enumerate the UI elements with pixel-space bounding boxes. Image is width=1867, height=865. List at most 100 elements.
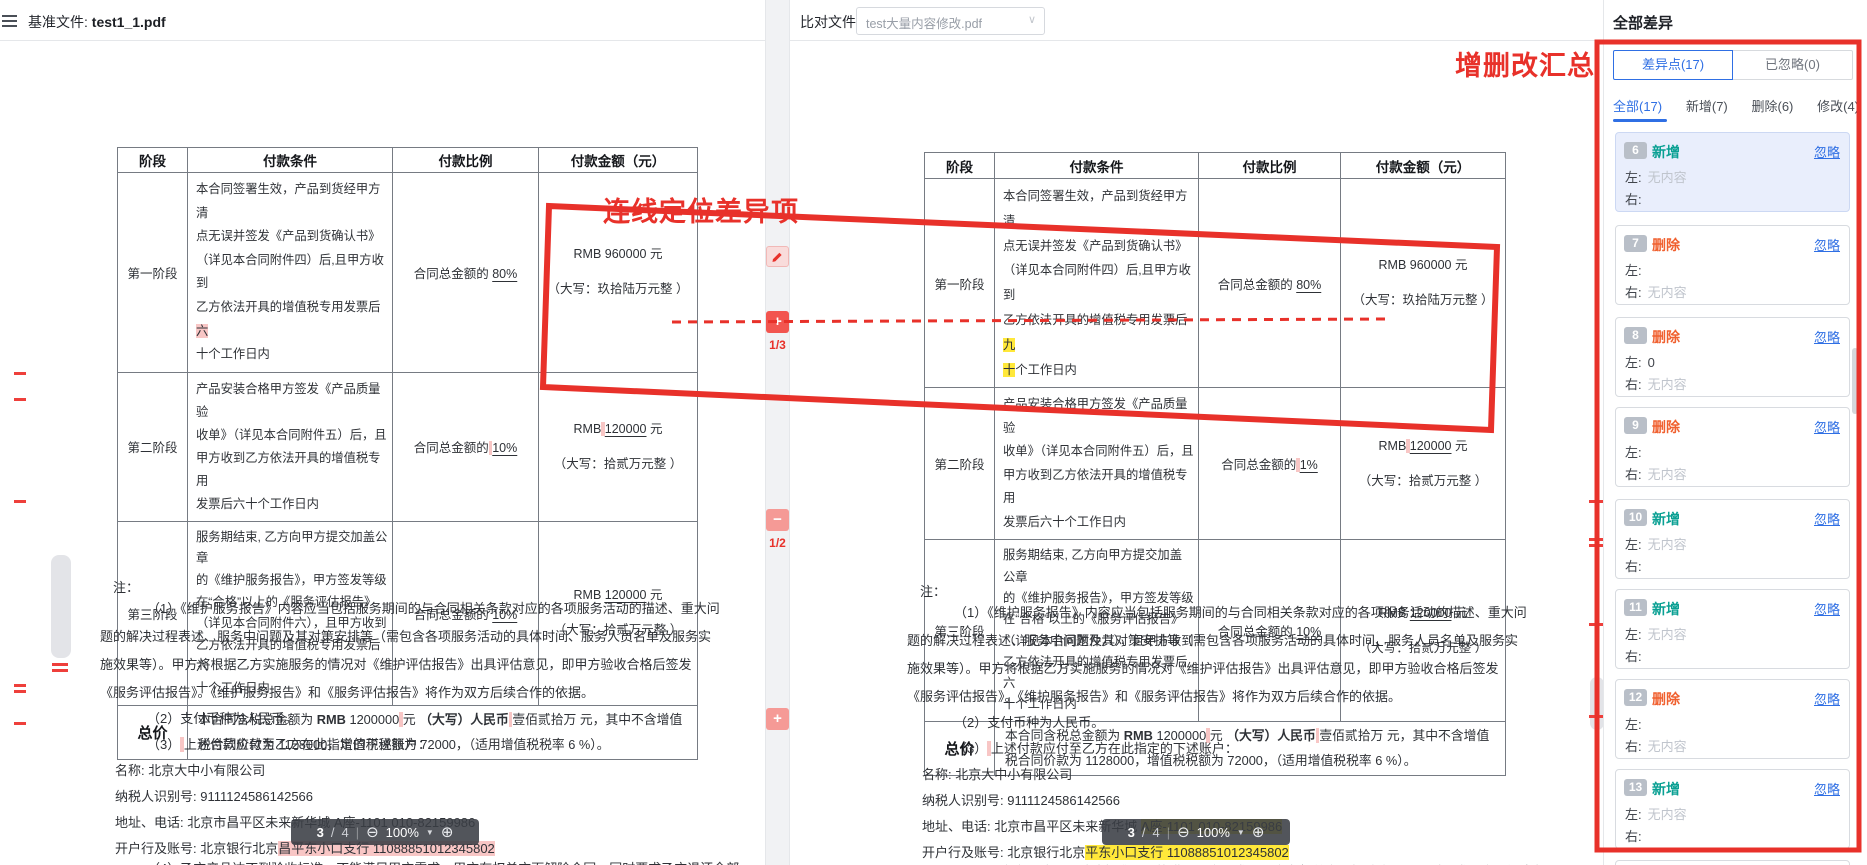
ignore-link[interactable]: 忽略 [1814,689,1840,708]
diff-tick [14,372,26,375]
table-header-cell: 付款条件 [995,153,1199,179]
right-scrollbar-thumb[interactable] [1590,677,1604,730]
diff-tick [14,398,26,401]
annotate-pencil-icon[interactable] [766,246,789,267]
diff-tick [14,684,26,687]
diff-card[interactable]: 9删除忽略左:右:无内容 [1615,407,1850,487]
tab-ignored[interactable]: 已忽略(0) [1733,50,1853,80]
table-row: 第一阶段本合同签署生效，产品到货经甲方清点无误并签发《产品到货确认书》（详见本合… [925,179,1506,388]
zoom-out-icon[interactable]: ⊖ [1177,823,1190,841]
ignore-link[interactable]: 忽略 [1814,779,1840,798]
zoom-in-icon[interactable]: ⊕ [1252,823,1265,841]
diff-number-badge: 7 [1624,235,1647,252]
tab-diff-points[interactable]: 差异点(17) [1613,50,1733,80]
panel-scrollbar-thumb[interactable] [1852,348,1858,414]
diff-card-value-row: 左:无内容 [1625,804,1687,823]
current-diff-marker-plus-icon[interactable]: + [766,311,789,333]
diff-card[interactable]: 12删除忽略左:右:无内容 [1615,679,1850,759]
document-text-line: （3） 上述付款应付至乙方在此指定的下述账户： [954,738,1238,757]
table-header-cell: 阶段 [925,153,995,179]
diff-card-value-row: 左:无内容 [1625,624,1687,643]
table-cell: 第二阶段 [118,372,188,521]
diff-filter[interactable]: 新增(7) [1686,96,1728,115]
ignore-link[interactable]: 忽略 [1814,509,1840,528]
diff-card[interactable]: 7 删除 忽略左: 右:无内容 [1615,225,1850,305]
document-text-line: 题的解决过程表述、服务中问题及其对策安排等（需包含各项服务活动的具体时间、服务人… [907,630,1518,649]
compare-file-selected-value: test大量内容修改.pdf [866,13,982,32]
table-cell: 第一阶段 [118,173,188,373]
page-number: 3 [1128,825,1135,840]
base-file-label: 基准文件: test1_1.pdf [28,12,166,32]
diff-filter[interactable]: 修改(4) [1817,96,1859,115]
menu-icon[interactable] [2,15,17,27]
page-total: 4 [341,825,348,840]
document-text-line: （2）支付币种为人民币。 [954,712,1104,731]
diff-tick [1589,538,1603,541]
diff-card-value-row: 右:无内容 [1625,374,1687,393]
diff-card[interactable]: 11新增忽略左:无内容右: [1615,589,1850,669]
zoom-in-icon[interactable]: ⊕ [441,823,454,841]
diff-marker-plus-icon[interactable]: + [766,708,789,730]
document-text-line: 名称: 北京大中小有限公司 [115,760,265,779]
table-cell: 本合同签署生效，产品到货经甲方清点无误并签发《产品到货确认书》（详见本合同附件四… [188,173,393,373]
zoom-dropdown-caret-icon[interactable]: ▼ [426,828,434,837]
diff-filter[interactable]: 全部(17) [1613,96,1662,115]
table-cell: 本合同签署生效，产品到货经甲方清点无误并签发《产品到货确认书》（详见本合同附件四… [995,179,1199,388]
ignore-link[interactable]: 忽略 [1814,417,1840,436]
diff-card[interactable]: 14新增忽略左:无内容右: [1615,860,1850,865]
compare-file-select[interactable]: test大量内容修改.pdf ∨ [856,7,1045,35]
ignore-link[interactable]: 忽略 [1814,235,1840,254]
diff-type-label: 删除 [1652,689,1680,709]
left-scrollbar-thumb[interactable] [51,555,71,658]
diff-card[interactable]: 13新增忽略左:无内容右: [1615,769,1850,849]
diff-filter[interactable]: 删除(6) [1751,96,1793,115]
table-cell: 产品安装合格甲方签发《产品质量验收单》（详见本合同附件五）后，且甲方收到乙方依法… [995,388,1199,540]
table-cell: 第一阶段 [925,179,995,388]
zoom-dropdown-caret-icon[interactable]: ▼ [1237,828,1245,837]
diff-card[interactable]: 6新增忽略左:无内容右: [1615,132,1850,212]
zoom-out-icon[interactable]: ⊖ [366,823,379,841]
document-text-line: 施效果等）。甲方将根据乙方实施服务的情况对《维护评估报告》出具评估意见，即甲方验… [100,654,692,673]
diff-card[interactable]: 8删除忽略左:0右:无内容 [1615,317,1850,397]
diff-card-value-row: 右:无内容 [1625,282,1687,301]
diff-card-value-row: 左: [1625,260,1642,279]
zoom-level: 100% [386,825,419,840]
document-text-line: 《服务评估报告》。《维护服务报告》和《服务评估报告》将作为双方后续合作的依据。 [907,686,1401,705]
diff-tick [52,669,68,672]
table-cell: RMB 960000 元（大写：玖拾陆万元整 ） [539,173,698,373]
diff-card[interactable]: 10新增忽略左:无内容右: [1615,499,1850,579]
diff-type-label: 删除 [1652,417,1680,437]
diff-number-badge: 10 [1624,509,1647,526]
table-header-cell: 付款比例 [1199,153,1341,179]
diff-card-value-row: 左:无内容 [1625,534,1687,553]
document-text-line: 注： [113,577,139,596]
document-text-line: （1）《维护服务报告》内容应当包括服务期间的与合同相关条款对应的各项服务活动的描… [147,598,720,617]
table-cell: RMB 120000 元（大写：拾贰万元整 ） [1341,388,1506,540]
table-row: 第二阶段产品安装合格甲方签发《产品质量验收单》（详见本合同附件五）后，且甲方收到… [118,372,698,521]
ignore-link[interactable]: 忽略 [1814,142,1840,161]
diff-gutter [765,0,790,865]
ignore-link[interactable]: 忽略 [1814,327,1840,346]
table-header-cell: 付款金额（元） [1341,153,1506,179]
diff-card-value-row: 右: [1625,189,1642,208]
diff-card-value-row: 右:无内容 [1625,464,1687,483]
diff-card-value-row: 左:0 [1625,352,1655,371]
table-cell: 合同总金额的 1% [1199,388,1341,540]
document-text-line: 名称: 北京大中小有限公司 [922,764,1072,783]
diff-tick [1589,500,1603,503]
diff-filter-row: 全部(17) 新增(7) 删除(6) 修改(4) [1613,96,1859,115]
table-header-cell: 付款条件 [188,148,393,173]
diff-type-label: 删除 [1652,235,1680,255]
table-cell: RMB 960000 元（大写：玖拾陆万元整 ） [1341,179,1506,388]
diff-marker-minus-icon[interactable]: − [766,509,789,531]
diff-type-label: 删除 [1652,327,1680,347]
payment-table: 阶段付款条件付款比例付款金额（元）第一阶段本合同签署生效，产品到货经甲方清点无误… [924,152,1506,776]
document-text-line: （1）《维护服务报告》内容应当包括服务期间的与合同相关条款对应的各项服务活动的描… [954,602,1527,621]
diff-card-value-row: 左: [1625,714,1642,733]
table-header-cell: 阶段 [118,148,188,173]
document-text-line: （2）支付币种为人民币。 [147,708,297,727]
ignore-link[interactable]: 忽略 [1814,599,1840,618]
diff-number-badge: 6 [1624,142,1647,159]
diff-tick [14,722,26,725]
toolbar-divider: | [356,825,359,840]
